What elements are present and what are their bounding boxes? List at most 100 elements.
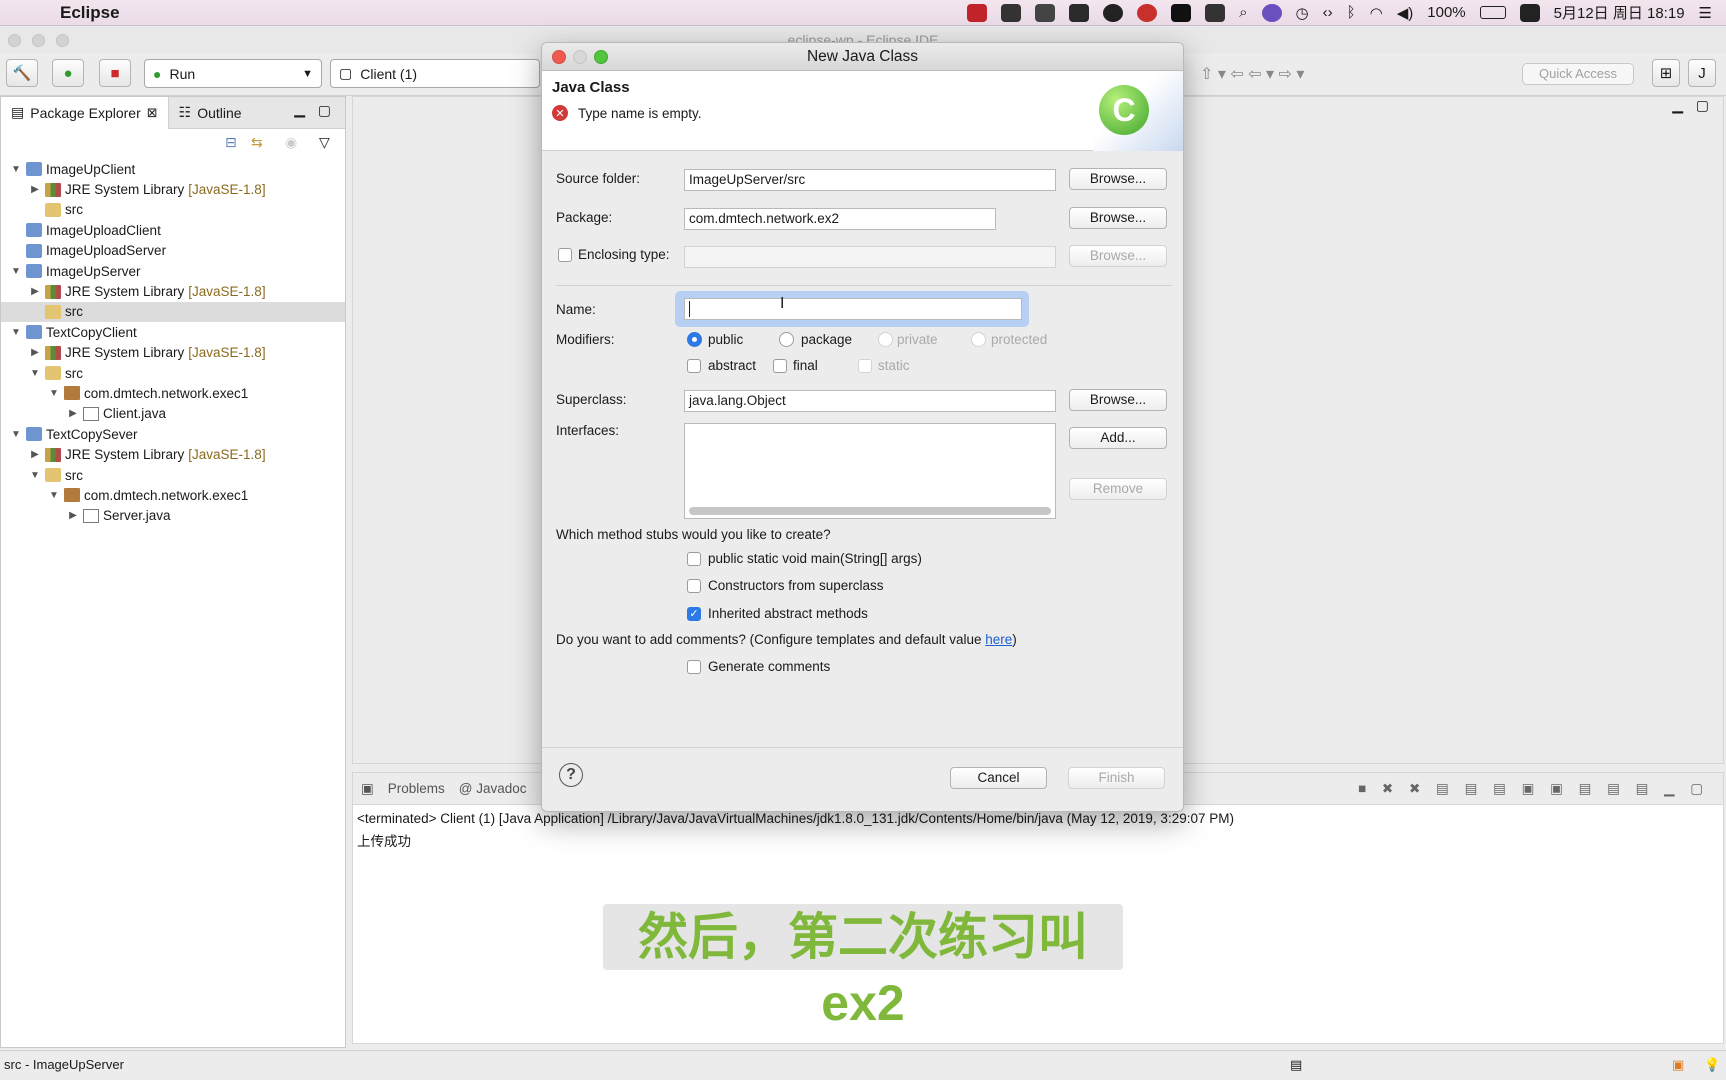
bluetooth-icon[interactable]: ᛒ [1347,4,1356,21]
window-close-button[interactable] [8,34,21,47]
notification-center-icon[interactable]: ☰ [1699,4,1712,22]
launch-mode-combo[interactable]: ● Run ▼ [144,59,322,88]
input-source-icon[interactable] [1205,3,1226,22]
expand-toggle-icon[interactable]: ▶ [66,510,80,521]
creative-cloud-icon[interactable] [1001,3,1022,22]
source-folder-browse-button[interactable]: Browse... [1069,168,1167,190]
superclass-field[interactable]: java.lang.Object [684,390,1056,412]
expand-toggle-icon[interactable]: ▼ [9,164,23,175]
build-icon[interactable]: 🔨 [6,59,38,87]
interfaces-list[interactable] [684,423,1056,519]
close-icon[interactable]: ⊠ [147,105,158,121]
sogou-icon[interactable] [1519,3,1540,22]
source-folder-field[interactable]: ImageUpServer/src [684,169,1056,191]
window-minimize-button[interactable] [32,34,45,47]
tree-item[interactable]: ▼ TextCopySever [1,424,345,444]
focus-icon[interactable]: ◉ [285,134,297,151]
app-name-menu[interactable]: Eclipse [60,3,120,23]
collapse-all-icon[interactable]: ⊟ [225,134,237,151]
tree-item[interactable]: ▶ Client.java [1,404,345,424]
java-perspective-icon[interactable]: J [1688,59,1716,87]
dialog-close-button[interactable] [552,50,566,64]
console-toolbar-icons[interactable]: ■ ✖ ✖ ▤ ▤ ▤ ▣ ▣ ▤ ▤ ▤ ▁ ▢ [1358,781,1709,797]
constructors-stub-checkbox[interactable] [687,579,701,593]
tree-item[interactable]: ▶ JRE System Library [JavaSE-1.8] [1,343,345,363]
expand-toggle-icon[interactable]: ▼ [9,327,23,338]
rss-icon[interactable]: ▣ [1672,1051,1684,1079]
nav-history-icons[interactable]: ⇧ ▾ ⇦ ⇦ ▾ ⇨ ▾ [1200,64,1304,84]
input-method-icon[interactable] [1171,3,1192,22]
cancel-button[interactable]: Cancel [950,767,1047,789]
open-perspective-icon[interactable]: ⊞ [1652,59,1680,87]
window-zoom-button[interactable] [56,34,69,47]
run-icon[interactable]: ● [52,59,84,87]
tree-item[interactable]: ▼ src [1,465,345,485]
tree-item[interactable]: ImageUploadServer [1,241,345,261]
superclass-browse-button[interactable]: Browse... [1069,389,1167,411]
stop-icon[interactable]: ■ [99,59,131,87]
tree-item[interactable]: src [1,200,345,220]
package-field[interactable]: com.dmtech.network.ex2 [684,208,996,230]
tab-problems[interactable]: Problems [388,781,445,796]
tree-item[interactable]: ▼ src [1,363,345,383]
enclosing-type-browse-button[interactable]: Browse... [1069,245,1167,267]
name-field[interactable] [684,298,1022,320]
minimize-icon[interactable]: ▁ [294,101,305,118]
notification-bell-icon[interactable] [1103,3,1124,22]
add-interface-button[interactable]: Add... [1069,427,1167,449]
tray-app-icon[interactable] [1137,3,1158,22]
final-checkbox[interactable] [773,359,787,373]
modifier-public-radio[interactable] [687,332,702,347]
expand-toggle-icon[interactable]: ▶ [28,184,42,195]
expand-toggle-icon[interactable]: ▼ [9,266,23,277]
enclosing-type-checkbox[interactable] [558,248,572,262]
modifier-private-radio[interactable] [878,332,893,347]
maximize-icon[interactable]: ▢ [318,102,331,119]
expand-toggle-icon[interactable]: ▶ [28,347,42,358]
tree-item[interactable]: ▼ ImageUpServer [1,261,345,281]
tree-item[interactable]: ▼ TextCopyClient [1,322,345,342]
static-checkbox[interactable] [858,359,872,373]
modifier-package-radio[interactable] [779,332,794,347]
minimize-icon[interactable]: ▁ [1672,97,1683,114]
configure-templates-link[interactable]: here [985,632,1012,647]
expand-toggle-icon[interactable]: ▼ [47,490,61,501]
tree-item[interactable]: ▶ JRE System Library [JavaSE-1.8] [1,179,345,199]
view-menu-icon[interactable]: ▽ [319,134,330,151]
wechat-icon[interactable] [1069,3,1090,22]
tab-outline[interactable]: ☷ Outline [169,97,252,129]
tab-javadoc[interactable]: @ Javadoc [459,781,527,796]
quick-access-field[interactable]: Quick Access [1522,63,1634,85]
expand-toggle-icon[interactable]: ▼ [28,470,42,481]
expand-toggle-icon[interactable]: ▼ [28,368,42,379]
tab-package-explorer[interactable]: ▤ Package Explorer ⊠ [1,96,169,129]
tree-item[interactable]: ▼ com.dmtech.network.exec1 [1,485,345,505]
code-icon[interactable]: ‹› [1323,4,1333,21]
expand-toggle-icon[interactable]: ▶ [28,449,42,460]
link-with-editor-icon[interactable]: ⇆ [251,134,263,151]
siri-icon[interactable] [1261,3,1282,22]
main-stub-checkbox[interactable] [687,552,701,566]
tip-lightbulb-icon[interactable]: 💡 [1704,1051,1720,1079]
launch-config-combo[interactable]: ▢ Client (1) [330,59,540,88]
battery-icon[interactable] [1479,6,1506,19]
expand-toggle-icon[interactable]: ▶ [28,286,42,297]
tree-item[interactable]: ▶ JRE System Library [JavaSE-1.8] [1,281,345,301]
horizontal-scrollbar[interactable] [689,507,1051,515]
expand-toggle-icon[interactable]: ▶ [66,408,80,419]
modifier-protected-radio[interactable] [971,332,986,347]
tree-item[interactable]: ▶ Server.java [1,506,345,526]
maximize-icon[interactable]: ▢ [1696,97,1709,114]
dialog-zoom-button[interactable] [594,50,608,64]
tray-app-icon[interactable] [1035,3,1056,22]
dialog-minimize-button[interactable] [573,50,587,64]
time-machine-icon[interactable]: ◷ [1296,4,1309,22]
expand-toggle-icon[interactable]: ▼ [47,388,61,399]
tree-item[interactable]: ▼ ImageUpClient [1,159,345,179]
inherited-abstract-checkbox[interactable]: ✓ [687,607,701,621]
package-browse-button[interactable]: Browse... [1069,207,1167,229]
help-icon[interactable]: ? [559,763,583,787]
abstract-checkbox[interactable] [687,359,701,373]
finish-button[interactable]: Finish [1068,767,1165,789]
enclosing-type-field[interactable] [684,246,1056,268]
